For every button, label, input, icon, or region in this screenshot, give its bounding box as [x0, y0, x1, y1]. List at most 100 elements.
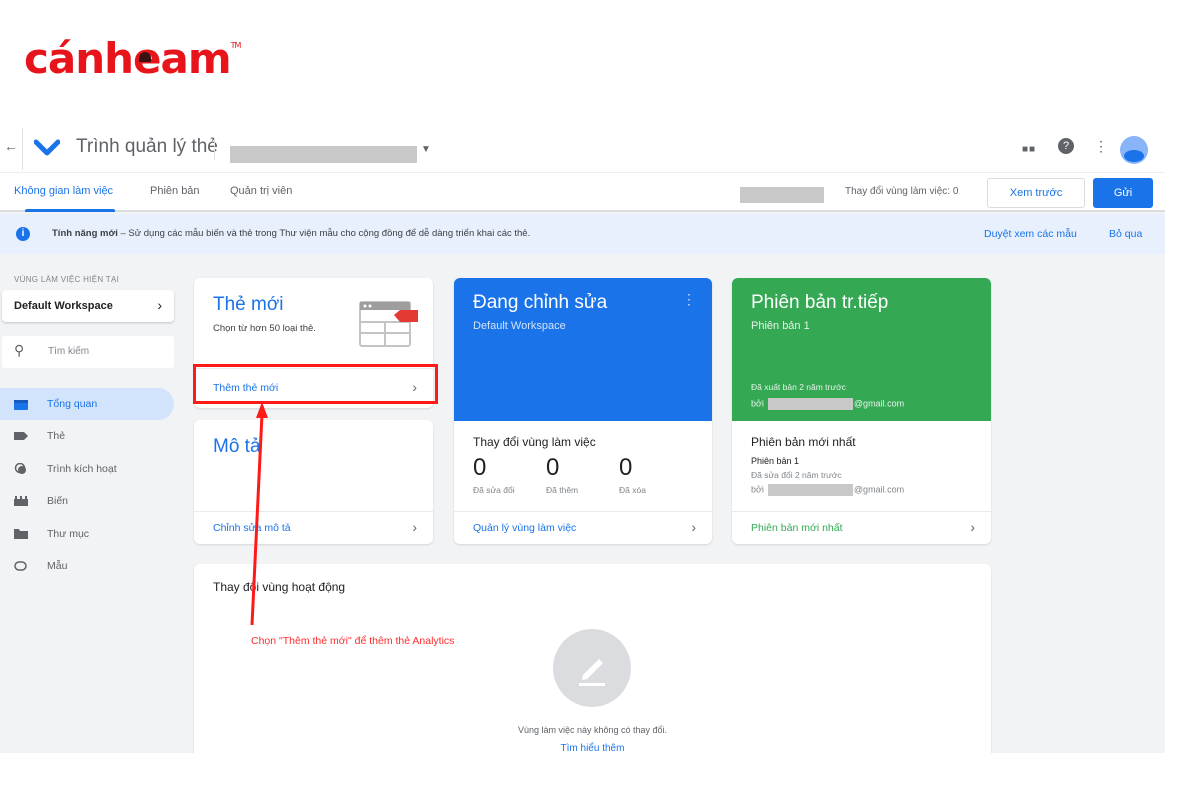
dismiss-link[interactable]: Bỏ qua	[1109, 228, 1142, 240]
live-version-card: Phiên bản tr.tiếp Phiên bản 1 Đã xuất bả…	[732, 278, 991, 544]
stat-label: Đã thêm	[546, 485, 579, 495]
sidebar-item-tags[interactable]: Thẻ	[0, 420, 174, 452]
info-banner: i Tính năng mới – Sử dụng các mẫu biến v…	[0, 214, 1165, 254]
nav-bar: Không gian làm việc Phiên bản Quản trị v…	[0, 172, 1165, 212]
stat-label: Đã sửa đổi	[473, 485, 515, 495]
search-input[interactable]: ⚲ Tìm kiếm	[2, 336, 174, 368]
edit-description-link[interactable]: Chỉnh sửa mô tả ›	[194, 511, 433, 544]
trigger-icon	[14, 463, 26, 474]
info-icon: i	[16, 227, 30, 241]
card-title: Phiên bản tr.tiếp	[751, 292, 889, 313]
tab-admin[interactable]: Quản trị viên	[230, 185, 292, 197]
preview-button[interactable]: Xem trước	[987, 178, 1085, 208]
stat-value: 0	[619, 454, 633, 481]
redacted-email	[767, 484, 853, 496]
sidebar-item-label: Mẫu	[47, 560, 68, 572]
published-time: Đã xuất bản 2 năm trước	[751, 382, 846, 392]
latest-version: Phiên bản 1	[751, 456, 800, 466]
brand-logo: cánheamTM	[24, 38, 242, 80]
annotation-text: Chọn "Thêm thẻ mới" để thêm thẻ Analytic…	[251, 635, 455, 647]
banner-text: Tính năng mới – Sử dụng các mẫu biến và …	[52, 228, 531, 239]
gtm-logo-icon	[34, 139, 60, 156]
submit-button[interactable]: Gửi	[1093, 178, 1153, 208]
workspace-selector[interactable]: Default Workspace ›	[2, 290, 174, 322]
search-placeholder: Tìm kiếm	[48, 346, 90, 357]
modified-by: bởi @gmail.com	[751, 484, 905, 496]
divider	[214, 138, 215, 160]
card-title: Thay đổi vùng hoạt động	[213, 580, 346, 594]
card-subtitle: Default Workspace	[473, 320, 566, 332]
workspace-changes-count: Thay đổi vùng làm việc: 0	[845, 186, 959, 197]
activity-card: Thay đổi vùng hoạt động Vùng làm việc nà…	[194, 564, 991, 753]
editing-card: Đang chỉnh sửa Default Workspace ⋮ Thay …	[454, 278, 712, 544]
latest-version-info: Phiên bản mới nhất Phiên bản 1 Đã sửa đổ…	[751, 435, 904, 496]
top-bar: ← Trình quản lý thẻ ▼ ■■ ? ⋮	[0, 128, 1165, 172]
empty-state-text: Vùng làm việc này không có thay đổi.	[517, 725, 668, 735]
template-icon	[14, 561, 27, 571]
annotation-arrow-icon	[250, 402, 268, 626]
redacted-email	[767, 398, 853, 410]
chevron-right-icon: ›	[691, 519, 696, 535]
annotation-highlight-box	[193, 364, 438, 404]
latest-title: Phiên bản mới nhất	[751, 435, 856, 449]
latest-version-link[interactable]: Phiên bản mới nhất ›	[732, 511, 991, 544]
tag-illustration-icon	[359, 301, 418, 347]
link-label: Phiên bản mới nhất	[751, 522, 843, 534]
overview-icon	[14, 400, 28, 410]
browse-templates-link[interactable]: Duyệt xem các mẫu	[984, 228, 1077, 240]
card-title: Thẻ mới	[213, 294, 284, 315]
sidebar-item-overview[interactable]: Tổng quan	[0, 388, 174, 420]
tab-workspace[interactable]: Không gian làm việc	[14, 185, 113, 197]
edit-pencil-icon	[553, 629, 631, 707]
caret-down-icon[interactable]: ▼	[421, 144, 431, 155]
active-tab-indicator	[25, 209, 115, 212]
tag-icon	[14, 432, 28, 440]
stat-label: Đã xóa	[619, 485, 646, 495]
manage-workspaces-link[interactable]: Quản lý vùng làm việc ›	[454, 511, 712, 544]
variable-icon	[14, 496, 28, 506]
container-selector[interactable]	[230, 146, 417, 163]
card-subtitle: Phiên bản 1	[751, 320, 810, 332]
link-label: Quản lý vùng làm việc	[473, 522, 577, 534]
workspace-label: VÙNG LÀM VIỆC HIỆN TẠI	[14, 275, 120, 284]
divider	[22, 128, 23, 170]
search-icon: ⚲	[14, 342, 25, 358]
stat-modified: 0 Đã sửa đổi	[473, 454, 515, 495]
stat-deleted: 0 Đã xóa	[619, 454, 646, 495]
more-vert-icon[interactable]: ⋮	[1094, 138, 1108, 155]
sidebar-item-label: Biến	[47, 495, 69, 507]
apps-grid-icon[interactable]: ■■	[1022, 144, 1036, 155]
redacted-field	[740, 187, 824, 203]
latest-modified: Đã sửa đổi 2 năm trước	[751, 470, 842, 480]
app-title: Trình quản lý thẻ	[76, 136, 218, 157]
folder-icon	[14, 529, 28, 539]
gtm-app: ← Trình quản lý thẻ ▼ ■■ ? ⋮ Không gian …	[0, 128, 1165, 753]
chevron-right-icon: ›	[157, 297, 162, 313]
logo-text: cánh	[24, 34, 134, 83]
chevron-right-icon: ›	[412, 519, 417, 535]
tab-versions[interactable]: Phiên bản	[150, 185, 200, 197]
sidebar-item-variables[interactable]: Biến	[0, 485, 174, 517]
help-icon[interactable]: ?	[1058, 138, 1074, 154]
published-by: bởi @gmail.com	[751, 398, 905, 410]
more-vert-icon[interactable]: ⋮	[682, 292, 696, 306]
sidebar-item-templates[interactable]: Mẫu	[0, 550, 174, 582]
avatar[interactable]	[1120, 136, 1148, 164]
stat-added: 0 Đã thêm	[546, 454, 578, 495]
chevron-right-icon: ›	[970, 519, 975, 535]
sidebar-item-label: Thư mục	[47, 528, 90, 540]
description-card: Mô tả Chỉnh sửa mô tả ›	[194, 420, 433, 544]
logo-text-end: am	[160, 34, 232, 83]
card-subtitle: Chọn từ hơn 50 loại thẻ.	[213, 323, 316, 334]
stat-value: 0	[473, 454, 487, 481]
sidebar-item-triggers[interactable]: Trình kích hoạt	[0, 453, 174, 485]
sidebar-item-label: Thẻ	[47, 430, 66, 442]
sidebar-item-label: Trình kích hoạt	[47, 463, 117, 475]
workspace-changes-title: Thay đổi vùng làm việc	[473, 435, 596, 449]
trademark: TM	[230, 41, 242, 50]
arrow-left-icon[interactable]: ←	[4, 138, 18, 154]
workspace-name: Default Workspace	[14, 300, 113, 312]
sidebar-item-folders[interactable]: Thư mục	[0, 518, 174, 550]
learn-more-link[interactable]: Tìm hiểu thêm	[194, 743, 991, 753]
stat-value: 0	[546, 454, 560, 481]
